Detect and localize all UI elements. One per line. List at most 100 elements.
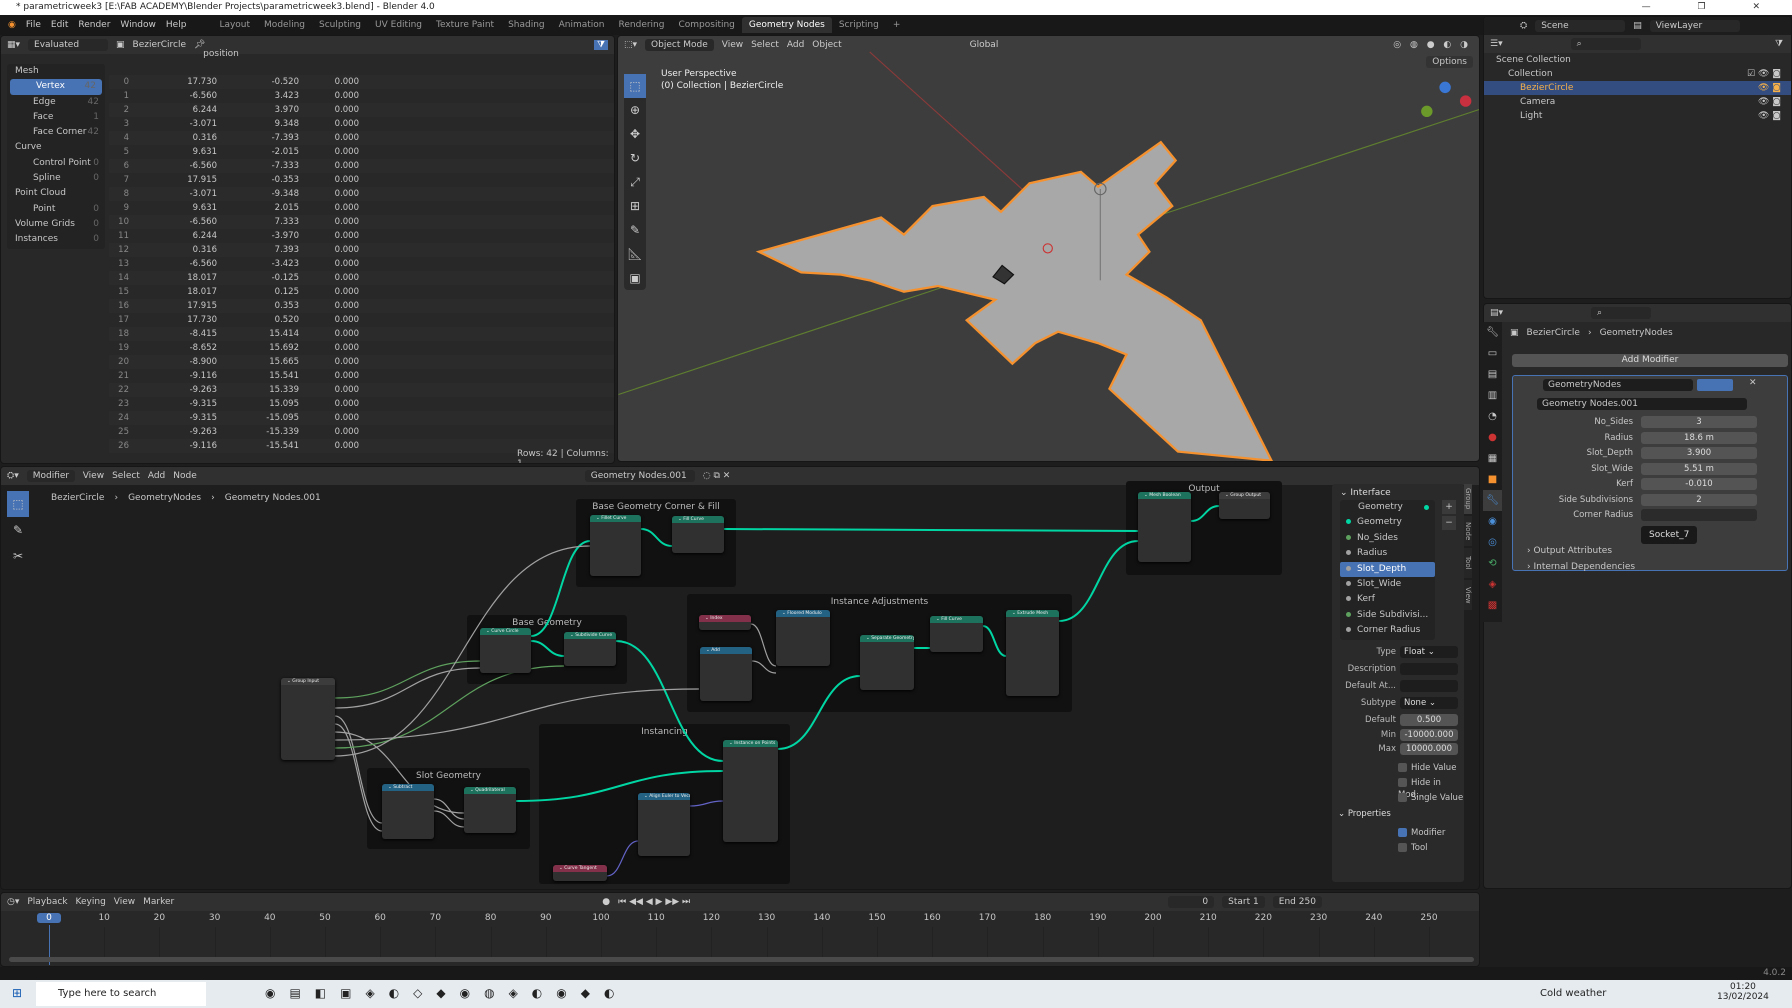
- outliner-item-camera[interactable]: Camera 👁︎ ◙: [1484, 95, 1791, 109]
- workspace-tab-animation[interactable]: Animation: [552, 17, 612, 33]
- node-link[interactable]: [334, 667, 481, 709]
- texture-tab-icon[interactable]: ▩: [1483, 595, 1502, 616]
- node-extrude-mesh[interactable]: ⌄ Extrude Mesh: [1006, 610, 1059, 696]
- checkbox-single-value[interactable]: Single Value: [1398, 792, 1463, 804]
- options-dropdown[interactable]: Options: [1426, 56, 1473, 68]
- outliner-search-icon[interactable]: ⌕: [1570, 38, 1641, 50]
- node-link[interactable]: [982, 625, 1007, 657]
- sidebar-tab-group[interactable]: Group: [1464, 484, 1472, 514]
- window-controls[interactable]: — ❐ ✕: [1642, 0, 1782, 15]
- input-field-slot_wide[interactable]: 5.51 m: [1641, 462, 1757, 475]
- outliner-item-collection[interactable]: Collection ☑ 👁︎ ◙: [1484, 67, 1791, 81]
- view-layer-field[interactable]: ViewLayer: [1649, 20, 1740, 32]
- node-link[interactable]: [530, 540, 591, 637]
- checkbox-icon[interactable]: [1398, 763, 1407, 772]
- node-subtract[interactable]: ⌄ Subtract: [382, 784, 434, 839]
- end-frame-field[interactable]: End 250: [1272, 896, 1322, 908]
- scene-tab-icon[interactable]: ◔: [1483, 406, 1502, 427]
- output-attributes-section[interactable]: › Output Attributes: [1527, 546, 1612, 556]
- checkbox-hide-value[interactable]: Hide Value: [1398, 762, 1456, 774]
- menu-playback[interactable]: Playback: [27, 897, 67, 907]
- workspace-tab--[interactable]: +: [886, 17, 908, 33]
- interface-socket-slot-wide[interactable]: Slot_Wide: [1340, 577, 1435, 592]
- add-cube-tool-icon[interactable]: ▣: [624, 266, 646, 290]
- gizmo-z-icon[interactable]: [1439, 81, 1451, 94]
- menu-window[interactable]: Window: [120, 20, 156, 30]
- node-link[interactable]: [723, 528, 1139, 532]
- rotate-tool-icon[interactable]: ↻: [624, 146, 646, 170]
- sidebar-tab-view[interactable]: View: [1464, 580, 1472, 610]
- interface-socket-corner-radius[interactable]: Corner Radius: [1340, 623, 1435, 638]
- add-modifier-button[interactable]: Add Modifier: [1512, 354, 1788, 367]
- node-link[interactable]: [606, 840, 639, 877]
- description-field[interactable]: [1400, 663, 1458, 675]
- node-curve-circle[interactable]: ⌄ Curve Circle: [480, 628, 531, 673]
- modifier-tab-icon[interactable]: 🔧︎: [1483, 490, 1502, 511]
- gizmo-y-icon[interactable]: [1421, 105, 1433, 118]
- filter-icon[interactable]: ⧩: [593, 40, 608, 50]
- node-floored-modulo[interactable]: ⌄ Floored Modulo: [776, 610, 830, 666]
- node-link[interactable]: [433, 798, 465, 820]
- world-tab-icon[interactable]: ●: [1483, 427, 1502, 448]
- evaluation-dropdown[interactable]: Evaluated: [28, 39, 109, 51]
- node-instance-on-points[interactable]: ⌄ Instance on Points: [723, 740, 778, 842]
- node-subdivide-curve[interactable]: ⌄ Subdivide Curve: [564, 632, 616, 666]
- menu-help[interactable]: Help: [166, 20, 187, 30]
- node-mesh-boolean[interactable]: ⌄ Mesh Boolean: [1138, 492, 1191, 562]
- interface-socket-radius[interactable]: Radius: [1340, 546, 1435, 561]
- annotate-tool-icon[interactable]: ✎: [624, 218, 646, 242]
- workspace-tab-uv-editing[interactable]: UV Editing: [368, 17, 429, 33]
- menu-view[interactable]: View: [114, 897, 135, 907]
- max-field[interactable]: 10000.000: [1400, 743, 1458, 755]
- modifier-visibility-toggles[interactable]: [1697, 379, 1733, 391]
- 3d-viewport[interactable]: ⬚▾ Object Mode View Select Add Object Gl…: [617, 35, 1480, 462]
- node-link[interactable]: [334, 660, 481, 699]
- node-add[interactable]: ⌄ Add: [700, 647, 752, 701]
- start-frame-field[interactable]: Start 1: [1222, 896, 1265, 908]
- node-group-input[interactable]: ⌄ Group Input: [281, 678, 335, 760]
- input-field-side-subdivisions[interactable]: 2: [1641, 493, 1757, 506]
- visibility-icons[interactable]: ☑ 👁︎ ◙: [1747, 67, 1781, 81]
- workspace-tab-sculpting[interactable]: Sculpting: [312, 17, 368, 33]
- type-field[interactable]: Float ⌄: [1400, 646, 1458, 658]
- node-link[interactable]: [530, 640, 565, 657]
- playback-controls[interactable]: ⏮ ◀◀ ◀ ▶ ▶▶ ⏭: [618, 897, 690, 907]
- node-link[interactable]: [1190, 505, 1220, 522]
- input-field-corner-radius[interactable]: [1641, 509, 1757, 521]
- workspace-tab-rendering[interactable]: Rendering: [612, 17, 672, 33]
- node-group-output[interactable]: ⌄ Group Output: [1219, 492, 1270, 519]
- taskbar-search[interactable]: Type here to search: [36, 982, 206, 1006]
- workspace-tab-scripting[interactable]: Scripting: [832, 17, 886, 33]
- blender-logo-icon[interactable]: ◉: [8, 20, 16, 30]
- move-tool-icon[interactable]: ✥: [624, 122, 646, 146]
- windows-start-icon[interactable]: ⊞: [12, 986, 22, 1000]
- workspace-tab-texture-paint[interactable]: Texture Paint: [429, 17, 501, 33]
- workspace-tab-layout[interactable]: Layout: [212, 17, 257, 33]
- input-field-radius[interactable]: 18.6 m: [1641, 431, 1757, 444]
- node-quadrilateral[interactable]: ⌄ Quadrilateral: [464, 787, 516, 833]
- collection-tab-icon[interactable]: ▦: [1483, 448, 1502, 469]
- workspace-tab-compositing[interactable]: Compositing: [671, 17, 741, 33]
- select-tool-icon[interactable]: ⬚: [624, 74, 646, 98]
- scale-tool-icon[interactable]: ⤢: [624, 170, 646, 194]
- filter-icon[interactable]: ⧩: [1775, 39, 1783, 49]
- remove-modifier-icon[interactable]: ✕: [1749, 378, 1757, 388]
- measure-tool-icon[interactable]: 📐︎: [624, 242, 646, 266]
- taskbar-app-icons[interactable]: ◉▤◧▣◈◐◇◆◉◍◈◐◉◆◐: [265, 986, 628, 1000]
- view-layer-tab-icon[interactable]: ▥: [1483, 385, 1502, 406]
- node-curve-tangent[interactable]: ⌄ Curve Tangent: [553, 865, 607, 881]
- node-separate-geometry[interactable]: ⌄ Separate Geometry: [860, 635, 914, 690]
- outliner-item-light[interactable]: Light 👁︎ ◙: [1484, 109, 1791, 123]
- workspace-tab-shading[interactable]: Shading: [501, 17, 552, 33]
- default-field[interactable]: 0.500: [1400, 714, 1458, 726]
- checkbox-icon[interactable]: [1398, 843, 1407, 852]
- bezier-circle-mesh[interactable]: [755, 140, 1273, 461]
- node-fillet-curve[interactable]: ⌄ Fillet Curve: [590, 515, 641, 576]
- node-link[interactable]: [515, 770, 724, 802]
- node-fill-curve[interactable]: ⌄ Fill Curve: [930, 616, 983, 652]
- sidebar-tab-node[interactable]: Node: [1464, 516, 1472, 546]
- node-fill-curve[interactable]: ⌄ Fill Curve: [672, 516, 724, 553]
- menu-keying[interactable]: Keying: [76, 897, 106, 907]
- interface-socket-geometry[interactable]: Geometry: [1340, 500, 1435, 515]
- particles-tab-icon[interactable]: ◉: [1483, 511, 1502, 532]
